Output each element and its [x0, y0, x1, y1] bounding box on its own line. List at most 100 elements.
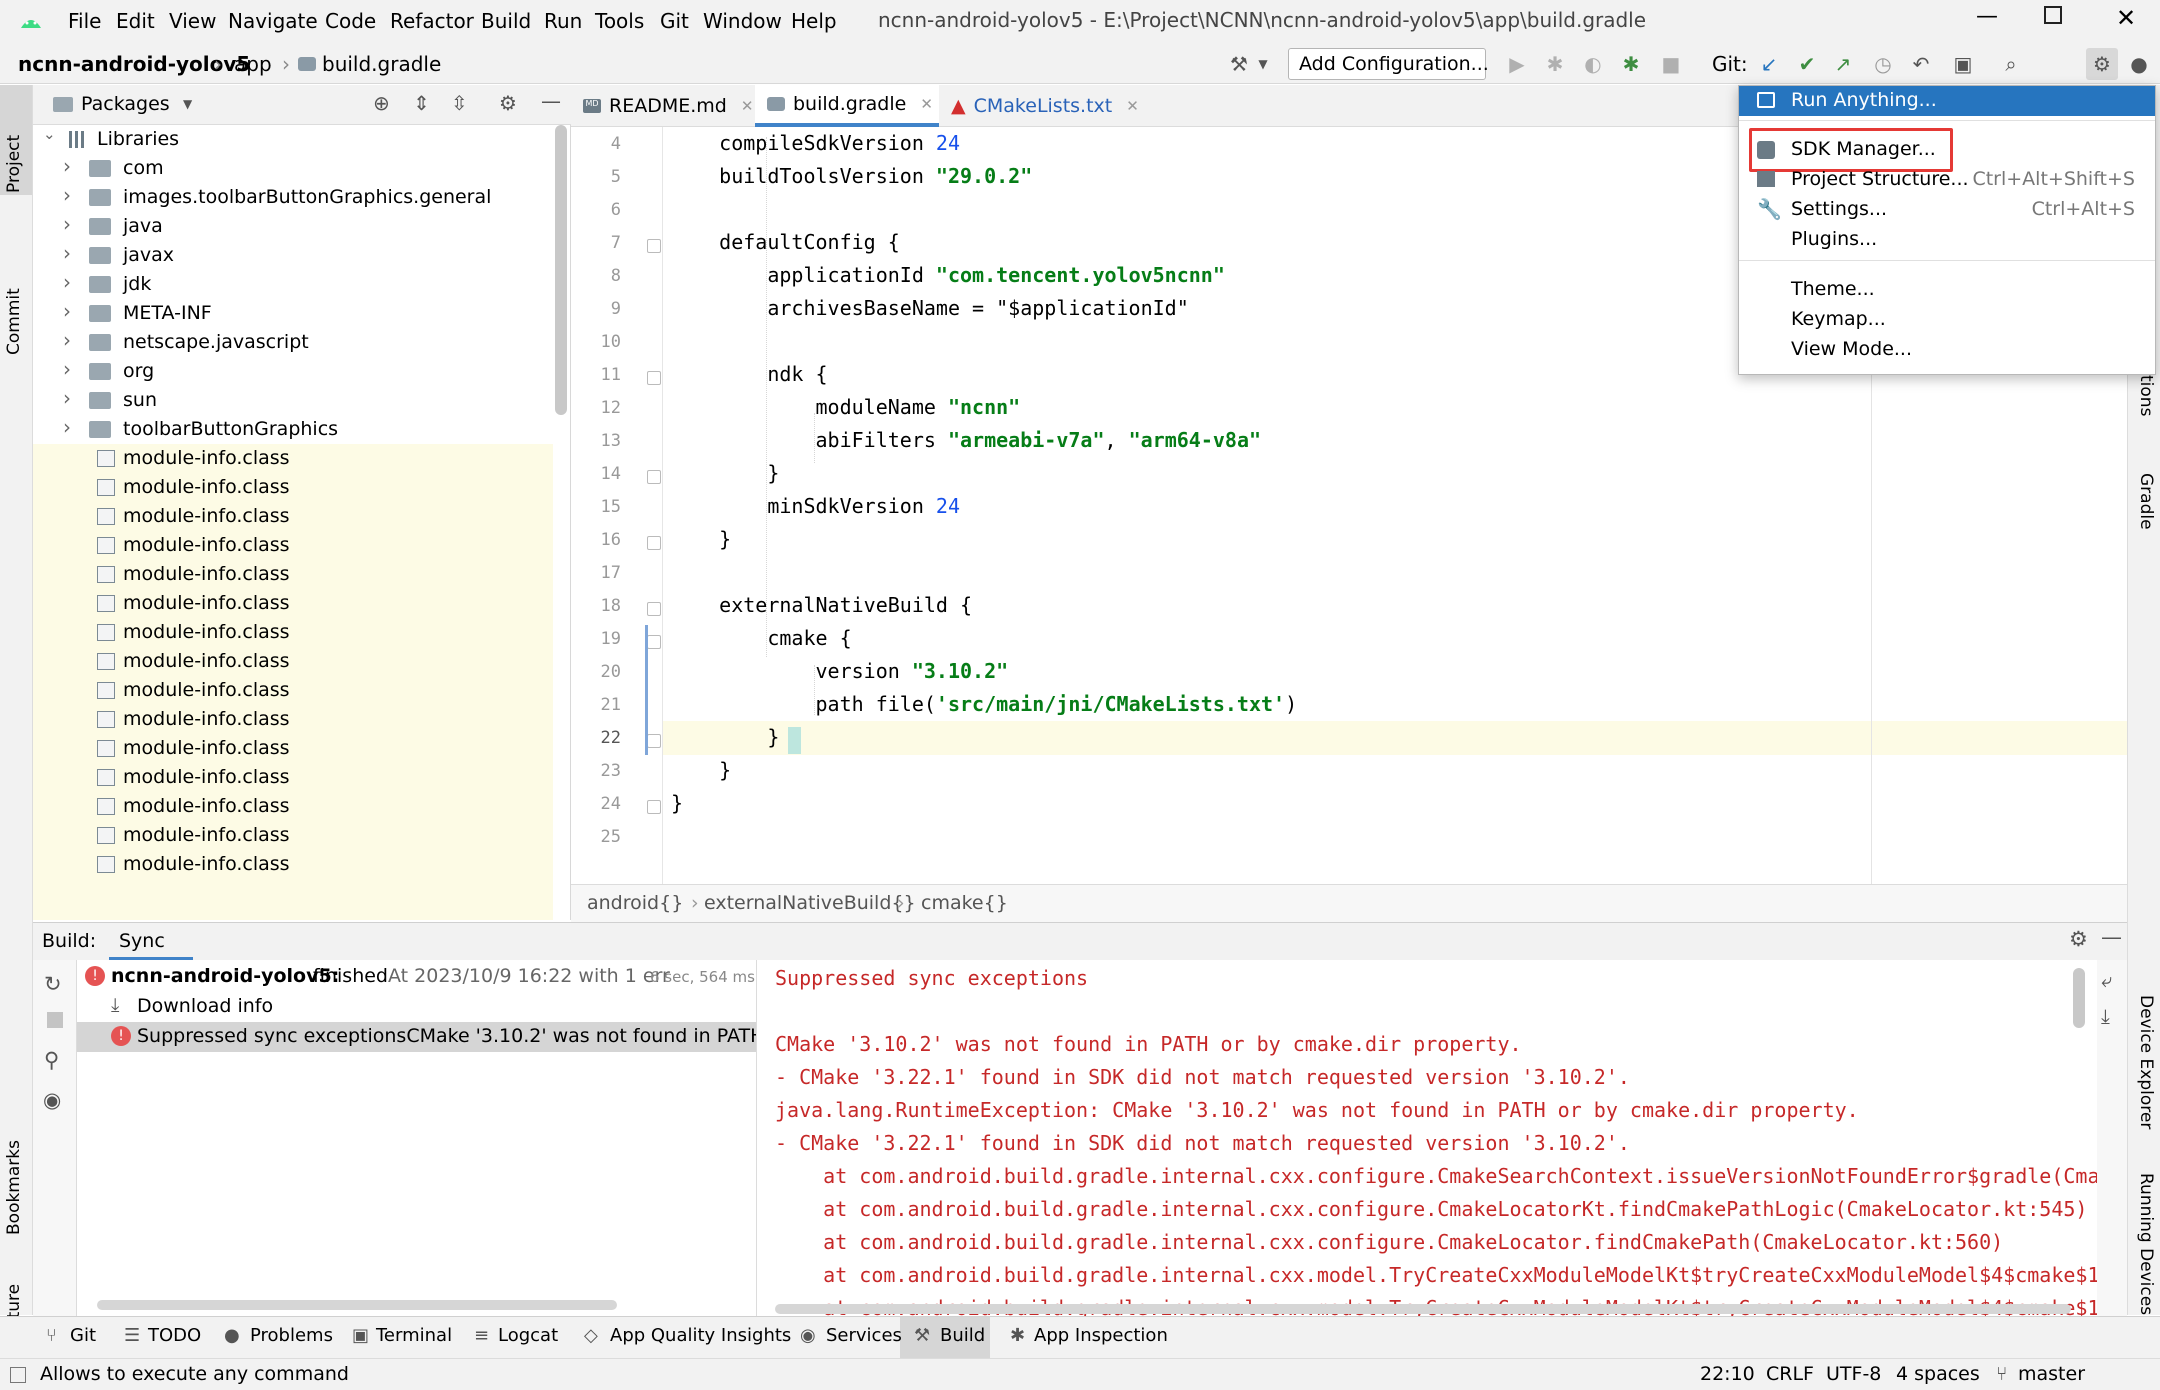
- tree-class-file[interactable]: module-info.class: [33, 444, 553, 474]
- chevron-down-icon[interactable]: ▼: [183, 97, 192, 111]
- horizontal-scrollbar[interactable]: [97, 1300, 617, 1310]
- tree-folder[interactable]: › META-INF: [33, 299, 553, 329]
- output-horizontal-scrollbar[interactable]: [775, 1304, 2071, 1314]
- tree-folder[interactable]: › javax: [33, 241, 553, 271]
- rollback-icon[interactable]: ↶: [1908, 51, 1934, 77]
- menu-item-plugins[interactable]: Plugins...: [1739, 225, 2155, 255]
- search-icon[interactable]: ⌕: [1998, 51, 2024, 77]
- menu-item-view-mode[interactable]: View Mode...: [1739, 335, 2155, 365]
- tree-folder[interactable]: › netscape.javascript: [33, 328, 553, 358]
- tool-window-bookmarks[interactable]: Bookmarks: [4, 1140, 24, 1235]
- tree-class-file[interactable]: module-info.class: [33, 531, 553, 561]
- line-separator[interactable]: CRLF: [1766, 1363, 1814, 1385]
- tree-class-file[interactable]: module-info.class: [33, 676, 553, 706]
- tree-root-libraries[interactable]: ⌄ Libraries: [33, 125, 553, 155]
- soft-wrap-icon[interactable]: ⤶: [2101, 968, 2112, 992]
- menu-item-run-anything[interactable]: Run Anything...: [1739, 86, 2155, 116]
- git-update-icon[interactable]: ↙: [1756, 51, 1782, 77]
- git-branch[interactable]: master: [2018, 1363, 2085, 1385]
- project-view-selector[interactable]: Packages: [81, 93, 170, 115]
- profile-icon[interactable]: ◐: [1580, 51, 1606, 77]
- expand-all-icon[interactable]: ⇕: [413, 91, 430, 115]
- tree-folder[interactable]: › toolbarButtonGraphics: [33, 415, 553, 445]
- menu-code[interactable]: Code: [325, 9, 376, 33]
- chevron-down-icon[interactable]: ▼: [1250, 51, 1276, 77]
- stop-icon[interactable]: ■: [1658, 51, 1684, 77]
- scroll-to-end-icon[interactable]: ⤓: [2101, 1004, 2110, 1028]
- indent-setting[interactable]: 4 spaces: [1896, 1363, 1980, 1385]
- close-icon[interactable]: ✕: [1126, 97, 1139, 115]
- tree-class-file[interactable]: module-info.class: [33, 647, 553, 677]
- tool-window-device-explorer[interactable]: Device Explorer: [2136, 995, 2156, 1129]
- chevron-right-icon[interactable]: ›: [63, 328, 71, 352]
- chevron-down-icon[interactable]: ⌄: [43, 125, 56, 143]
- close-icon[interactable]: ✕: [2116, 4, 2136, 32]
- debug-icon[interactable]: ✱: [1542, 51, 1568, 77]
- tool-tab-logcat[interactable]: Logcat: [498, 1325, 558, 1346]
- tree-folder[interactable]: › org: [33, 357, 553, 387]
- tool-tab-todo[interactable]: TODO: [148, 1325, 201, 1346]
- tree-class-file[interactable]: module-info.class: [33, 734, 553, 764]
- minimize-icon[interactable]: —: [1976, 4, 1998, 29]
- stop-icon[interactable]: [47, 1012, 63, 1028]
- tool-tab-problems[interactable]: Problems: [250, 1325, 333, 1346]
- tab-build-gradle[interactable]: build.gradle ✕: [755, 85, 939, 127]
- gear-icon[interactable]: ⚙: [2069, 927, 2088, 951]
- tree-class-file[interactable]: module-info.class: [33, 850, 553, 880]
- tree-folder[interactable]: › jdk: [33, 270, 553, 300]
- menu-refactor[interactable]: Refactor: [390, 9, 474, 33]
- menu-edit[interactable]: Edit: [116, 9, 155, 33]
- git-push-icon[interactable]: ↗: [1830, 51, 1856, 77]
- output-scrollbar[interactable]: [2073, 968, 2085, 1028]
- tool-window-notifications[interactable]: tions: [2136, 375, 2156, 416]
- attach-debugger-icon[interactable]: ✱: [1618, 51, 1644, 77]
- menu-git[interactable]: Git: [660, 9, 689, 33]
- tree-class-file[interactable]: module-info.class: [33, 473, 553, 503]
- chevron-right-icon[interactable]: ›: [63, 212, 71, 236]
- tool-tab-build[interactable]: Build: [940, 1325, 985, 1346]
- restore-icon[interactable]: [2044, 6, 2062, 24]
- tool-window-running-devices[interactable]: Running Devices: [2136, 1173, 2156, 1315]
- build-root-row[interactable]: ! ncnn-android-yolov5: finished At 2023/…: [77, 964, 756, 992]
- git-commit-icon[interactable]: ✔: [1794, 51, 1820, 77]
- file-encoding[interactable]: UTF-8: [1826, 1363, 1881, 1385]
- chevron-right-icon[interactable]: ›: [63, 299, 71, 323]
- collapse-all-icon[interactable]: ⇳: [451, 91, 468, 115]
- tool-window-gradle[interactable]: Gradle: [2136, 473, 2156, 530]
- hide-panel-icon[interactable]: —: [2101, 925, 2122, 949]
- caret-position[interactable]: 22:10: [1700, 1363, 1755, 1385]
- menu-window[interactable]: Window: [703, 9, 782, 33]
- gear-icon[interactable]: ⚙: [2089, 51, 2115, 77]
- download-info-row[interactable]: ⤓ Download info: [77, 994, 756, 1022]
- sync-error-row[interactable]: ! Suppressed sync exceptionsCMake '3.10.…: [77, 1024, 756, 1052]
- menu-item-theme[interactable]: Theme...: [1739, 275, 2155, 305]
- tree-class-file[interactable]: module-info.class: [33, 763, 553, 793]
- breadcrumb-file[interactable]: build.gradle: [322, 52, 441, 76]
- close-icon[interactable]: ✕: [920, 95, 933, 113]
- build-output[interactable]: Suppressed sync exceptions CMake '3.10.2'…: [757, 960, 2097, 1316]
- tree-class-file[interactable]: module-info.class: [33, 502, 553, 532]
- tree-class-file[interactable]: module-info.class: [33, 618, 553, 648]
- eye-icon[interactable]: ◉: [43, 1088, 61, 1112]
- menu-build[interactable]: Build: [481, 9, 531, 33]
- history-icon[interactable]: ◷: [1870, 51, 1896, 77]
- tab-readme[interactable]: MD README.md ✕: [571, 85, 755, 127]
- menu-tools[interactable]: Tools: [595, 9, 644, 33]
- menu-item-settings[interactable]: 🔧 Settings... Ctrl+Alt+S: [1739, 195, 2155, 225]
- tool-tab-services[interactable]: Services: [826, 1325, 902, 1346]
- tool-window-project[interactable]: Project: [4, 135, 24, 193]
- device-manager-icon[interactable]: ▣: [1950, 51, 1976, 77]
- tool-window-commit[interactable]: Commit: [4, 288, 24, 355]
- build-hammer-icon[interactable]: ⚒: [1226, 51, 1252, 77]
- run-configuration-dropdown[interactable]: Add Configuration...: [1288, 48, 1489, 80]
- tree-class-file[interactable]: module-info.class: [33, 560, 553, 590]
- tree-class-file[interactable]: module-info.class: [33, 705, 553, 735]
- chevron-right-icon[interactable]: ›: [63, 357, 71, 381]
- tree-folder[interactable]: › com: [33, 154, 553, 184]
- menu-file[interactable]: File: [68, 9, 101, 33]
- tool-tab-terminal[interactable]: Terminal: [376, 1325, 452, 1346]
- menu-navigate[interactable]: Navigate: [228, 9, 318, 33]
- chevron-right-icon[interactable]: ›: [63, 386, 71, 410]
- pin-icon[interactable]: ⚲: [44, 1048, 59, 1072]
- crumb-cmake[interactable]: cmake{}: [921, 892, 1008, 914]
